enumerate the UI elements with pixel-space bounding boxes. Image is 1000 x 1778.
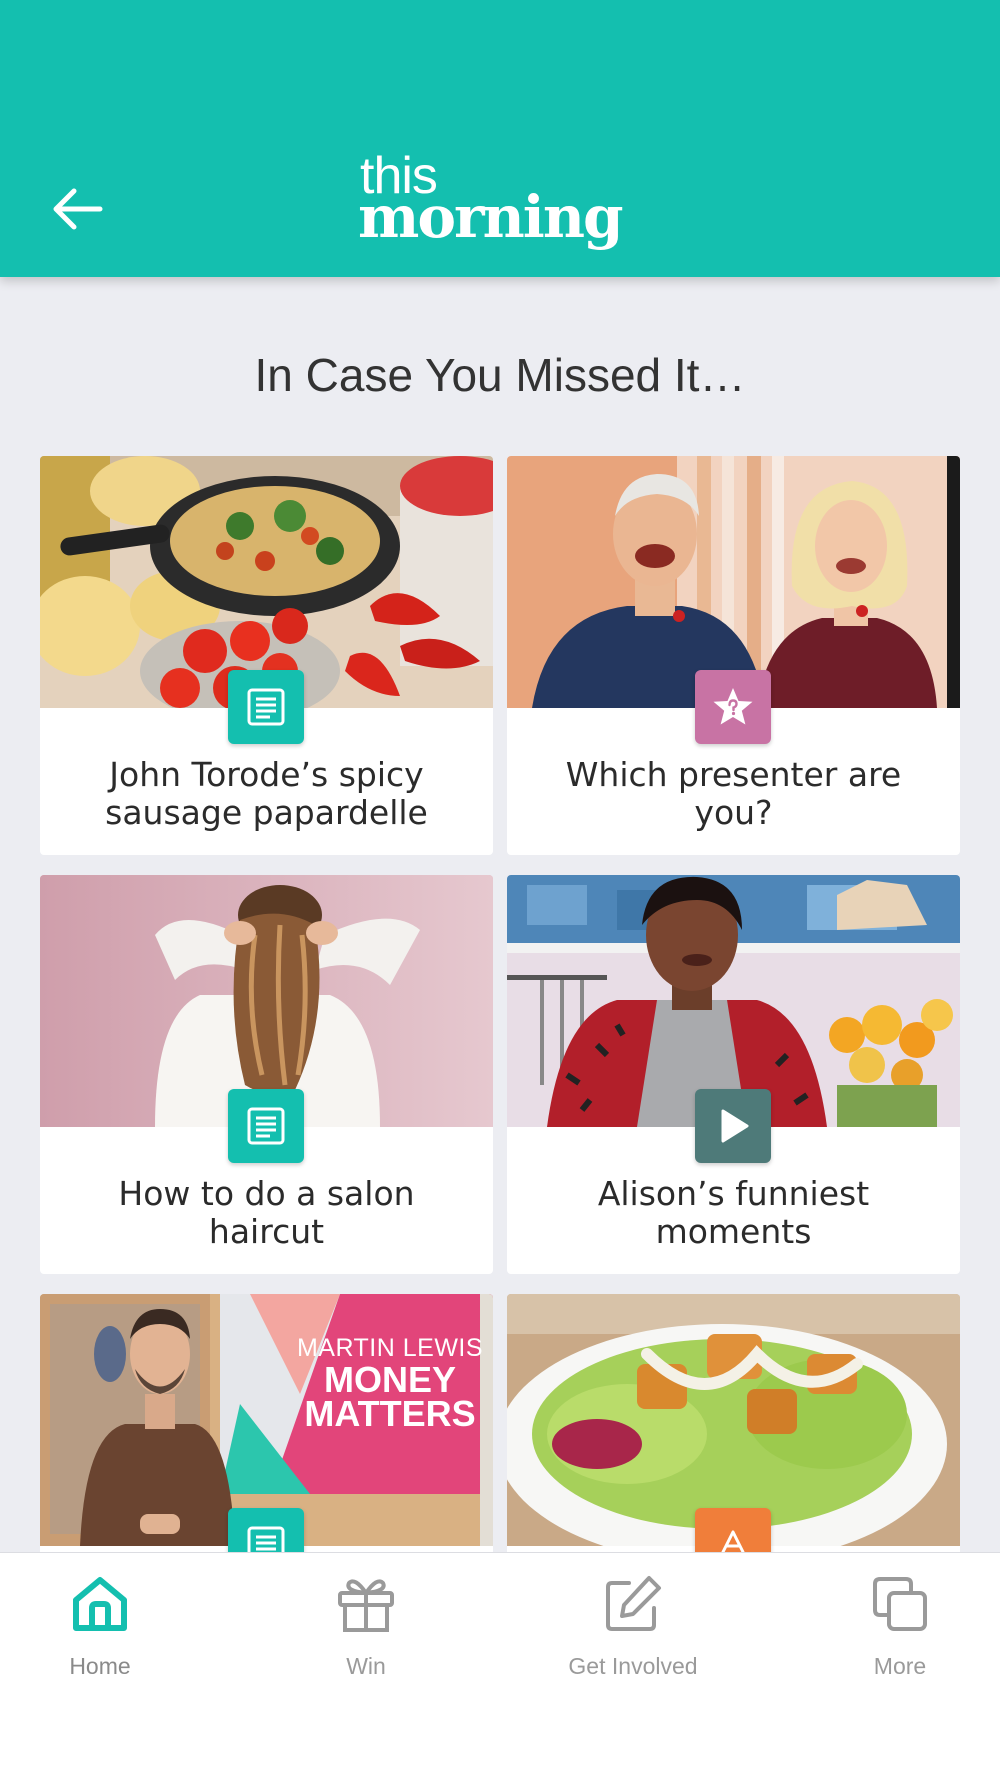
play-icon <box>721 1109 749 1143</box>
gift-icon <box>338 1579 394 1632</box>
card-title: Which presenter are you? <box>565 755 902 832</box>
edit-icon <box>606 1576 661 1631</box>
section-title: In Case You Missed It… <box>254 349 746 401</box>
content-card[interactable]: How to do a salon haircut <box>40 875 493 1274</box>
quiz-star-icon <box>713 688 753 725</box>
tab-more[interactable]: More <box>800 1573 1000 1680</box>
article-icon <box>247 1107 285 1145</box>
tab-label-win: Win <box>346 1653 386 1679</box>
article-badge <box>228 1089 304 1163</box>
logo-line-morning: morning <box>358 183 624 251</box>
video-badge <box>695 1089 771 1163</box>
article-badge <box>228 670 304 744</box>
quiz-badge <box>695 670 771 744</box>
this-morning-logo: this morning <box>358 150 648 260</box>
tab-label-home: Home <box>69 1653 131 1679</box>
content-card[interactable]: Alison’s funniest moments <box>507 875 960 1274</box>
image-text-matters: MATTERS <box>304 1393 476 1434</box>
card-title: Alison’s funniest moments <box>597 1174 870 1251</box>
app-header: this morning <box>0 0 1000 277</box>
card-title: How to do a salon haircut <box>118 1174 415 1251</box>
tab-home[interactable]: Home <box>0 1573 200 1680</box>
tab-win[interactable]: Win <box>266 1573 466 1680</box>
back-button[interactable] <box>44 178 110 240</box>
tab-label-more: More <box>873 1653 927 1679</box>
tab-label-get-involved: Get Involved <box>568 1653 698 1679</box>
image-text-money: MONEY <box>323 1359 456 1400</box>
tab-get-involved[interactable]: Get Involved <box>533 1573 733 1680</box>
arrow-left-icon <box>53 188 103 230</box>
copy-icon <box>873 1577 927 1631</box>
article-icon <box>247 688 285 726</box>
bottom-tab-bar: Home Win Get Involved More <box>0 1552 1000 1778</box>
content-card[interactable]: Which presenter are you? <box>507 456 960 855</box>
home-icon <box>73 1577 127 1631</box>
card-title: John Torode’s spicy sausage papardelle <box>105 755 428 832</box>
content-card[interactable]: John Torode’s spicy sausage papardelle <box>40 456 493 855</box>
